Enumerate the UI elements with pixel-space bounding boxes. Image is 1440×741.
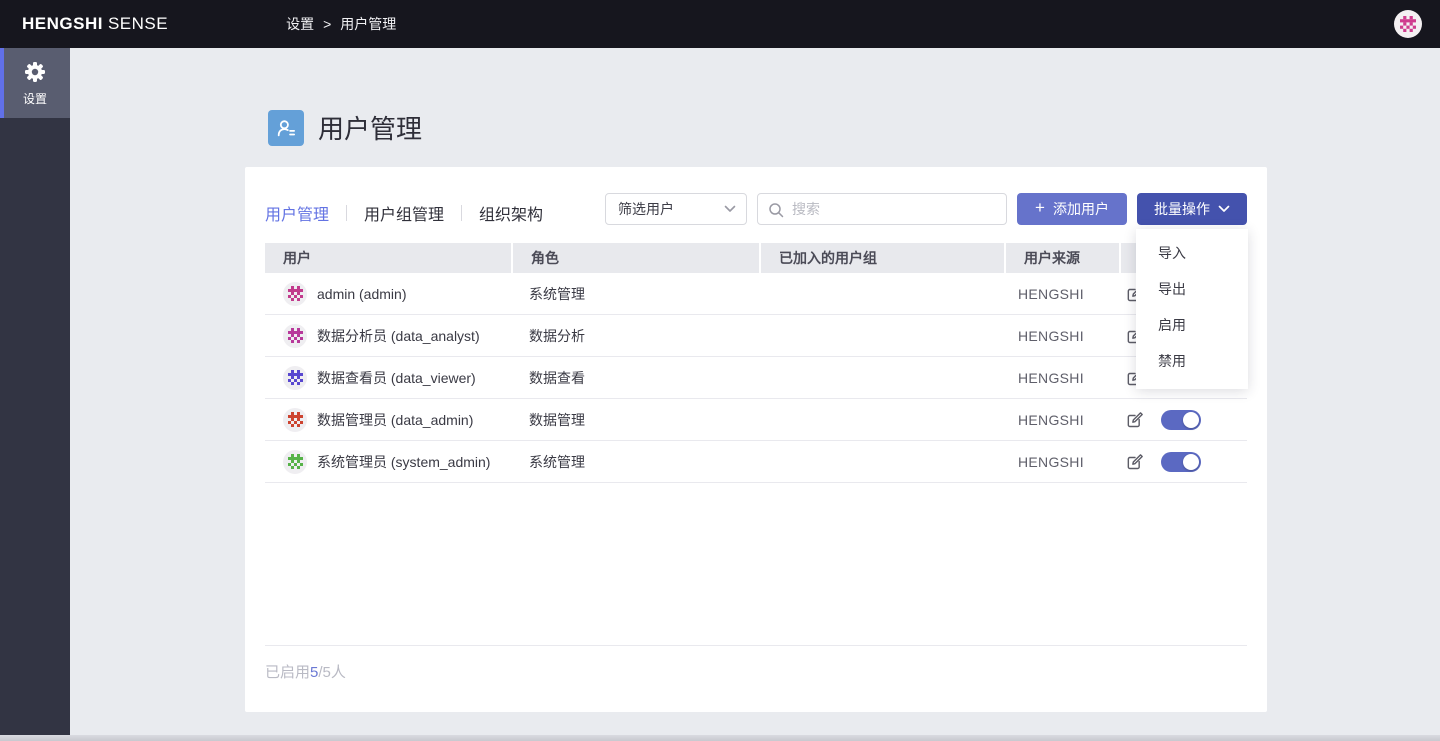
edit-icon — [1127, 453, 1143, 469]
user-cell: 数据查看员 (data_viewer) — [265, 365, 511, 390]
user-name: 数据查看员 (data_viewer) — [317, 369, 476, 386]
role-cell: 数据查看 — [529, 369, 585, 386]
table-row: 数据管理员 (data_admin) 数据管理 HENGSHI — [265, 399, 1247, 441]
gear-icon — [25, 61, 45, 82]
menu-item-enable[interactable]: 启用 — [1136, 307, 1248, 343]
active-indicator — [0, 48, 4, 118]
enabled-count-suffix: /5人 — [318, 664, 346, 681]
table-row: 数据查看员 (data_viewer) 数据查看 HENGSHI — [265, 357, 1247, 399]
edit-user-button[interactable] — [1125, 410, 1145, 430]
sidebar: 设置 — [0, 48, 70, 735]
brand-light: SENSE — [107, 14, 169, 33]
avatar-identicon-icon — [287, 454, 303, 469]
window-bottom-edge — [0, 735, 1440, 741]
actions-cell — [1113, 409, 1239, 430]
user-avatar[interactable] — [1394, 10, 1422, 38]
header-source: 用户来源 — [1006, 243, 1119, 273]
avatar-identicon-icon — [287, 370, 303, 385]
table-row: 系统管理员 (system_admin) 系统管理 HENGSHI — [265, 441, 1247, 483]
enabled-count-prefix: 已启用 — [265, 664, 311, 681]
edit-icon — [1127, 411, 1143, 427]
tab-user-group-management[interactable]: 用户组管理 — [364, 201, 444, 225]
tab-organization[interactable]: 组织架构 — [479, 201, 543, 225]
header-role: 角色 — [513, 243, 759, 273]
enabled-count-status: 已启用5/5人 — [265, 661, 346, 682]
role-cell: 数据管理 — [529, 411, 585, 428]
tab-divider — [346, 205, 348, 221]
sidebar-item-label: 设置 — [22, 91, 47, 106]
menu-item-disable[interactable]: 禁用 — [1136, 343, 1248, 379]
page-header: 用户管理 — [268, 109, 422, 146]
chevron-down-icon — [724, 205, 736, 212]
batch-operations-label: 批量操作 — [1154, 201, 1210, 217]
toggle-knob — [1183, 453, 1199, 470]
role-cell: 系统管理 — [529, 285, 585, 302]
page-title: 用户管理 — [318, 114, 423, 144]
user-cell: admin (admin) — [265, 281, 511, 306]
user-name: 数据分析员 (data_analyst) — [317, 327, 480, 344]
user-name: 数据管理员 (data_admin) — [317, 411, 474, 428]
user-cell: 数据分析员 (data_analyst) — [265, 323, 511, 348]
header-user: 用户 — [265, 243, 511, 273]
user-name: 系统管理员 (system_admin) — [317, 453, 491, 470]
content-card: 用户管理 用户组管理 组织架构 筛选用户 搜索 + 添加用户 批量操作 导入 导… — [245, 167, 1267, 712]
user-cell: 数据管理员 (data_admin) — [265, 407, 511, 432]
role-cell: 系统管理 — [529, 453, 585, 470]
tab-divider — [461, 205, 463, 221]
table-row: 数据分析员 (data_analyst) 数据分析 HENGSHI — [265, 315, 1247, 357]
filter-user-value: 筛选用户 — [618, 201, 674, 217]
user-avatar — [283, 365, 307, 390]
source-cell: HENGSHI — [1018, 411, 1084, 428]
sidebar-item-settings[interactable]: 设置 — [0, 48, 70, 118]
table-row: admin (admin) 系统管理 HENGSHI — [265, 273, 1247, 315]
add-user-button[interactable]: + 添加用户 — [1017, 193, 1127, 225]
search-box — [757, 193, 1007, 225]
batch-operations-menu: 导入 导出 启用 禁用 — [1136, 229, 1248, 389]
avatar-identicon-icon — [1400, 16, 1416, 32]
actions-cell — [1113, 451, 1239, 472]
main-area: 用户管理 用户管理 用户组管理 组织架构 筛选用户 搜索 + 添加用户 批量操作… — [70, 48, 1440, 741]
breadcrumb: 设置 > 用户管理 — [286, 14, 396, 34]
enabled-toggle[interactable] — [1161, 409, 1201, 430]
breadcrumb-current: 用户管理 — [340, 16, 397, 32]
user-cell: 系统管理员 (system_admin) — [265, 449, 511, 474]
brand-logo: HENGSHI SENSE — [22, 14, 168, 34]
user-avatar — [283, 449, 307, 474]
user-management-icon — [268, 109, 304, 146]
footer-divider — [265, 645, 1247, 646]
toggle-knob — [1183, 411, 1199, 428]
source-cell: HENGSHI — [1018, 369, 1084, 386]
breadcrumb-root[interactable]: 设置 — [286, 14, 314, 34]
user-avatar — [283, 407, 307, 432]
app-window: HENGSHI SENSE 设置 > 用户管理 设置 用户管理 用户管理 用户组… — [0, 0, 1440, 741]
add-user-label: 添加用户 — [1052, 201, 1109, 217]
avatar-identicon-icon — [287, 412, 303, 427]
tab-bar: 用户管理 用户组管理 组织架构 — [265, 201, 543, 225]
source-cell: HENGSHI — [1018, 327, 1084, 344]
filter-user-select[interactable]: 筛选用户 — [605, 193, 747, 225]
menu-item-import[interactable]: 导入 — [1136, 235, 1248, 271]
brand-bold: HENGSHI — [22, 14, 103, 33]
user-avatar — [283, 323, 307, 348]
table-header: 用户 角色 已加入的用户组 用户来源 — [265, 243, 1247, 273]
chevron-down-icon — [1218, 205, 1230, 212]
user-avatar — [283, 281, 307, 306]
search-input[interactable] — [758, 194, 1006, 224]
batch-operations-button[interactable]: 批量操作 — [1137, 193, 1247, 225]
avatar-identicon-icon — [287, 286, 303, 301]
header-groups: 已加入的用户组 — [761, 243, 1004, 273]
role-cell: 数据分析 — [529, 327, 585, 344]
table-body: admin (admin) 系统管理 HENGSHI 数据分析员 (data_a… — [265, 273, 1247, 483]
avatar-identicon-icon — [287, 328, 303, 343]
breadcrumb-separator: > — [323, 16, 332, 32]
enabled-toggle[interactable] — [1161, 451, 1201, 472]
source-cell: HENGSHI — [1018, 285, 1084, 302]
user-name: admin (admin) — [317, 285, 407, 302]
tab-user-management[interactable]: 用户管理 — [265, 201, 329, 225]
plus-icon: + — [1035, 198, 1045, 217]
edit-user-button[interactable] — [1125, 452, 1145, 472]
source-cell: HENGSHI — [1018, 453, 1084, 470]
top-bar: HENGSHI SENSE 设置 > 用户管理 — [0, 0, 1440, 48]
menu-item-export[interactable]: 导出 — [1136, 271, 1248, 307]
